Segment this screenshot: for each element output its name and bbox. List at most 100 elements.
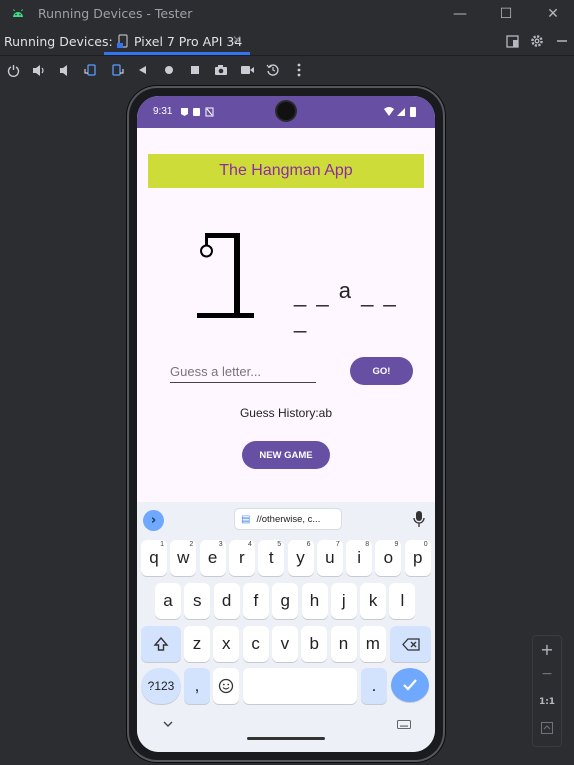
close-window-button[interactable]: ✕ xyxy=(540,4,566,24)
key-y[interactable]: y6 xyxy=(287,540,314,576)
rotate-right-icon[interactable] xyxy=(108,61,126,79)
key-e-label: e xyxy=(207,548,218,567)
key-o-label: o xyxy=(383,548,394,567)
tab-close-icon[interactable]: ✕ xyxy=(232,33,242,47)
enter-check-key[interactable] xyxy=(391,668,429,702)
key-x[interactable]: x xyxy=(213,626,240,662)
key-l[interactable]: l xyxy=(389,583,416,619)
key-n[interactable]: n xyxy=(330,626,357,662)
zoom-fit-icon[interactable] xyxy=(541,722,553,734)
power-icon[interactable] xyxy=(4,61,22,79)
key-g[interactable]: g xyxy=(272,583,299,619)
symbols-key[interactable]: ?123 xyxy=(141,668,181,704)
key-o[interactable]: o9 xyxy=(375,540,402,576)
android-icon xyxy=(13,9,23,17)
word-letter: _ xyxy=(361,282,376,307)
emoji-smile-icon xyxy=(218,678,234,694)
zoom-out-button[interactable]: − xyxy=(533,666,561,682)
key-j[interactable]: j xyxy=(330,583,357,619)
key-c[interactable]: c xyxy=(242,626,269,662)
front-camera xyxy=(277,102,295,120)
key-e[interactable]: e3 xyxy=(199,540,226,576)
notification-icons xyxy=(181,107,214,117)
key-i[interactable]: i8 xyxy=(346,540,373,576)
settings-gear-icon[interactable] xyxy=(529,33,545,49)
tab-pixel-7-pro[interactable]: Pixel 7 Pro API 34 ✕ xyxy=(104,28,250,55)
key-x-label: x xyxy=(222,634,231,653)
microphone-icon[interactable] xyxy=(412,510,426,528)
rotate-left-icon[interactable] xyxy=(82,61,100,79)
key-v[interactable]: v xyxy=(271,626,298,662)
key-q[interactable]: q1 xyxy=(141,540,167,576)
guess-letter-input[interactable] xyxy=(170,360,316,383)
key-h[interactable]: h xyxy=(301,583,328,619)
gesture-nav-handle[interactable] xyxy=(247,737,325,740)
screen-record-icon[interactable] xyxy=(238,61,256,79)
key-s[interactable]: s xyxy=(184,583,211,619)
key-w[interactable]: w2 xyxy=(170,540,197,576)
snapshot-history-icon[interactable] xyxy=(264,61,282,79)
minimize-button[interactable]: — xyxy=(447,4,473,24)
go-button[interactable]: GO! xyxy=(350,357,413,385)
key-a-label: a xyxy=(163,591,173,610)
overview-icon[interactable] xyxy=(186,61,204,79)
word-letter: _ xyxy=(316,282,331,307)
key-u[interactable]: u7 xyxy=(316,540,343,576)
period-key[interactable]: . xyxy=(361,668,387,704)
key-m[interactable]: m xyxy=(359,626,386,662)
key-k[interactable]: k xyxy=(360,583,387,619)
key-u-label: u xyxy=(325,548,335,567)
key-hint-number: 6 xyxy=(306,541,311,548)
keyboard-switch-icon[interactable] xyxy=(397,720,411,729)
key-hint-number: 4 xyxy=(247,541,252,548)
running-devices-tabbar: Running Devices: Pixel 7 Pro API 34 ✕ xyxy=(0,28,574,56)
zoom-in-button[interactable]: + xyxy=(533,640,561,659)
backspace-icon xyxy=(401,637,420,651)
tab-label: Pixel 7 Pro API 34 xyxy=(134,34,243,49)
key-d-label: d xyxy=(221,591,232,610)
key-d[interactable]: d xyxy=(213,583,240,619)
home-icon[interactable] xyxy=(160,61,178,79)
volume-down-icon[interactable] xyxy=(56,61,74,79)
shift-arrow-icon xyxy=(153,636,169,651)
key-hint-number: 2 xyxy=(189,541,194,548)
clipboard-suggestion-chip[interactable]: ▤ //otherwise, c... xyxy=(234,508,342,530)
key-f-label: f xyxy=(253,591,259,610)
key-t[interactable]: t5 xyxy=(258,540,285,576)
screenshot-camera-icon[interactable] xyxy=(212,61,230,79)
key-r[interactable]: r4 xyxy=(228,540,255,576)
comma-key[interactable]: , xyxy=(184,668,210,704)
key-b-label: b xyxy=(309,634,319,653)
key-z[interactable]: z xyxy=(184,626,210,662)
layout-icon[interactable] xyxy=(504,33,520,49)
key-k-label: k xyxy=(368,591,378,610)
volume-up-icon[interactable] xyxy=(30,61,48,79)
emoji-key[interactable] xyxy=(213,668,239,704)
hide-keyboard-chevron-icon[interactable] xyxy=(163,721,173,728)
key-z-label: z xyxy=(192,634,202,653)
key-p[interactable]: p0 xyxy=(404,540,431,576)
phone-frame: 9:31 The Hangman App _ _ a _ _ _ Guess a… xyxy=(127,86,445,762)
hangman-gallows-image xyxy=(197,233,254,318)
backspace-key[interactable] xyxy=(390,626,431,662)
word-letter: _ xyxy=(294,308,309,333)
period-key-label: . xyxy=(371,676,377,695)
key-t-label: t xyxy=(268,548,274,567)
back-icon[interactable] xyxy=(134,61,152,79)
running-devices-label: Running Devices: xyxy=(4,34,113,49)
clipboard-text: //otherwise, c... xyxy=(256,513,321,525)
clipboard-icon: ▤ xyxy=(241,513,251,525)
expand-toolbar-chevron-icon[interactable]: › xyxy=(143,510,164,531)
soft-keyboard: › ▤ //otherwise, c... q1w2e3r4t5y6u7i8o9… xyxy=(137,502,435,752)
key-b[interactable]: b xyxy=(301,626,328,662)
new-game-button[interactable]: NEW GAME xyxy=(242,441,330,469)
space-key[interactable] xyxy=(243,668,357,704)
key-r-label: r xyxy=(239,548,245,567)
key-f[interactable]: f xyxy=(242,583,269,619)
zoom-actual-size-button[interactable]: 1:1 xyxy=(533,697,561,707)
more-options-icon[interactable] xyxy=(290,61,308,79)
key-a[interactable]: a xyxy=(155,583,181,619)
maximize-button[interactable]: ☐ xyxy=(493,4,519,24)
hide-minus-icon[interactable] xyxy=(554,33,570,49)
shift-key[interactable] xyxy=(141,626,181,662)
